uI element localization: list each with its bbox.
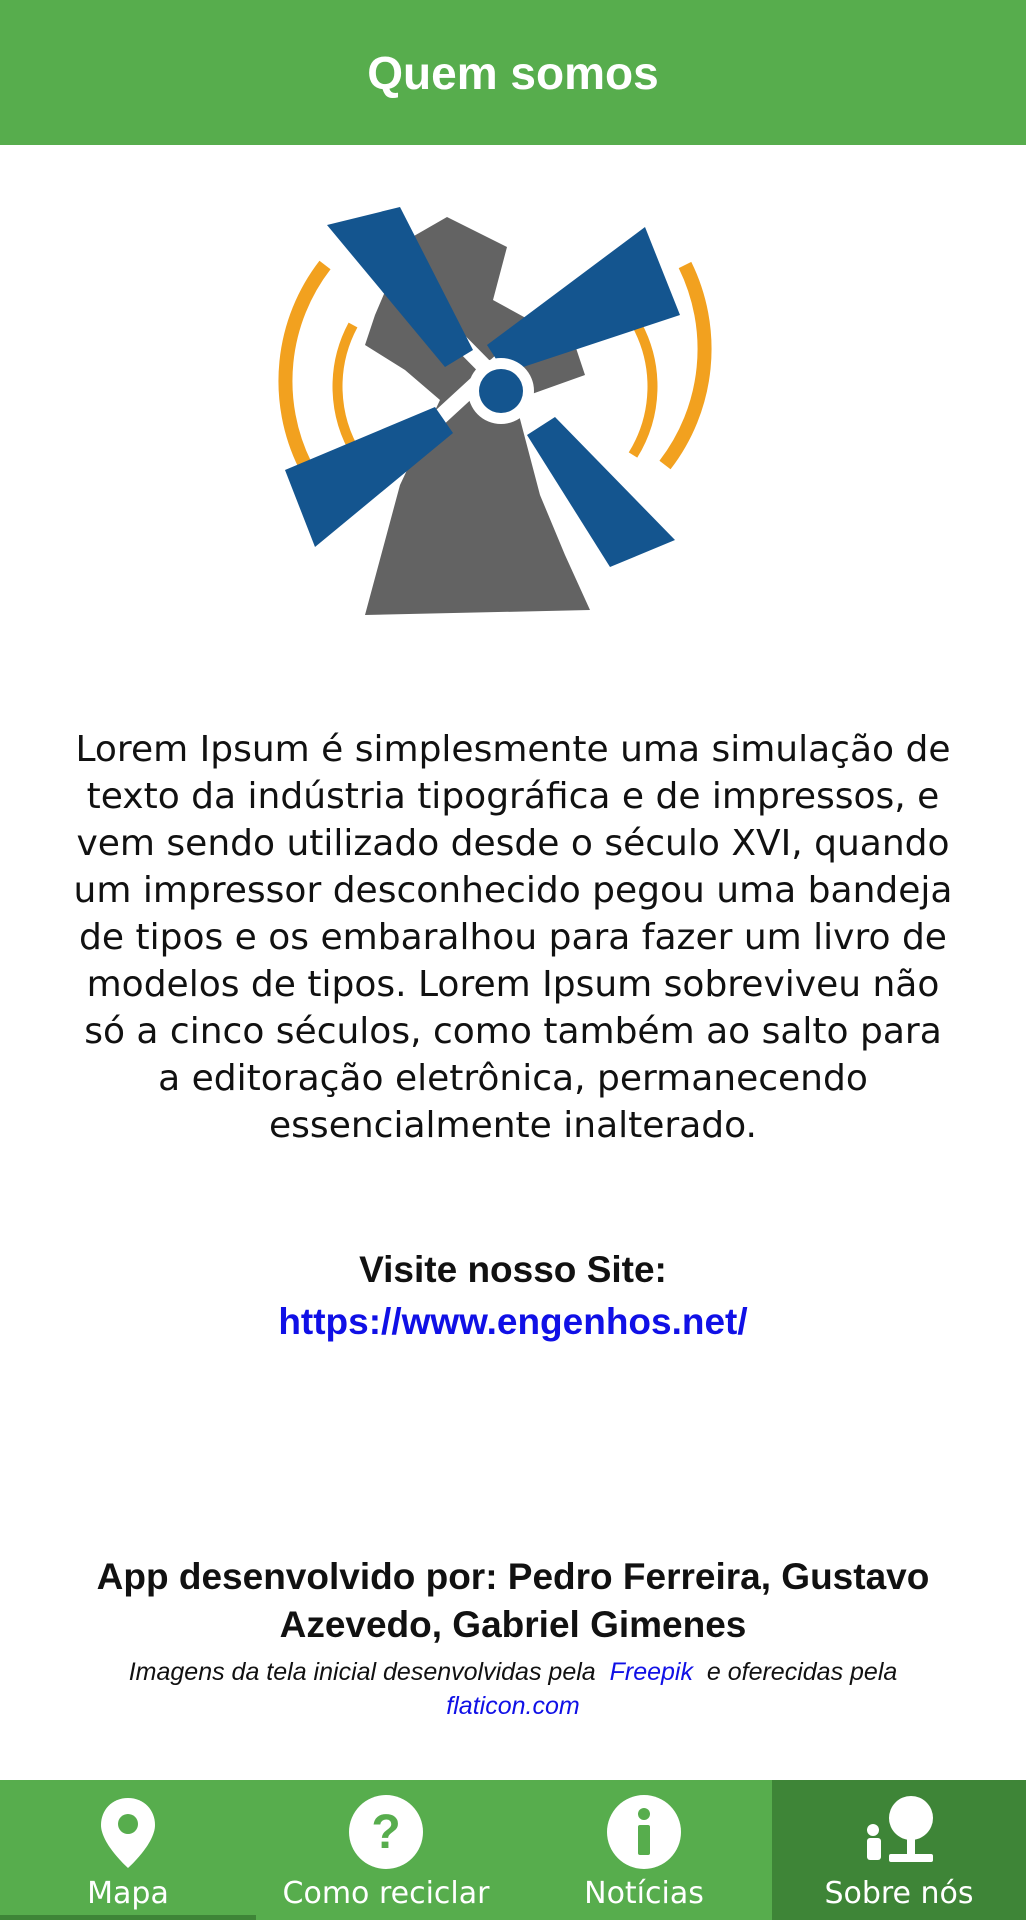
credits-section: App desenvolvido por: Pedro Ferreira, Gu… [60,1553,966,1723]
app-bar: Quem somos [0,0,1026,145]
windmill-logo-icon [278,199,712,615]
nav-indicator [0,1915,256,1920]
bottom-navigation: Mapa ? Como reciclar Notícias Sobre nós [0,1780,1026,1920]
info-icon [607,1795,681,1869]
website-link[interactable]: https://www.engenhos.net/ [278,1296,747,1348]
svg-text:?: ? [371,1806,400,1859]
image-credit-prefix: Imagens da tela inicial desenvolvidas pe… [128,1658,596,1686]
developers-credit: App desenvolvido por: Pedro Ferreira, Gu… [96,1556,930,1645]
about-us-icon [867,1796,933,1862]
windmill-logo [265,195,735,645]
nav-item-sobre-nos[interactable]: Sobre nós [772,1780,1026,1920]
image-credit-middle: e oferecidas pela [706,1658,898,1686]
page-title: Quem somos [367,46,659,99]
nav-label-mapa: Mapa [87,1876,169,1911]
flaticon-link[interactable]: flaticon.com [446,1692,579,1720]
visit-site-label: Visite nosso Site: [359,1249,667,1290]
nav-item-mapa[interactable]: Mapa [0,1780,256,1920]
nav-item-noticias[interactable]: Notícias [516,1780,772,1920]
nav-label-como-reciclar: Como reciclar [282,1876,490,1911]
about-description: Lorem Ipsum é simplesmente uma simulação… [73,729,953,1146]
nav-item-como-reciclar[interactable]: ? Como reciclar [256,1780,516,1920]
nav-label-sobre-nos: Sobre nós [824,1876,974,1911]
nav-label-noticias: Notícias [584,1876,704,1911]
map-pin-icon [101,1798,155,1868]
freepik-link[interactable]: Freepik [610,1658,693,1686]
question-icon: ? [349,1795,423,1869]
image-credit: Imagens da tela inicial desenvolvidas pe… [60,1655,966,1723]
visit-site-section: Visite nosso Site: https://www.engenhos.… [0,1244,1026,1348]
